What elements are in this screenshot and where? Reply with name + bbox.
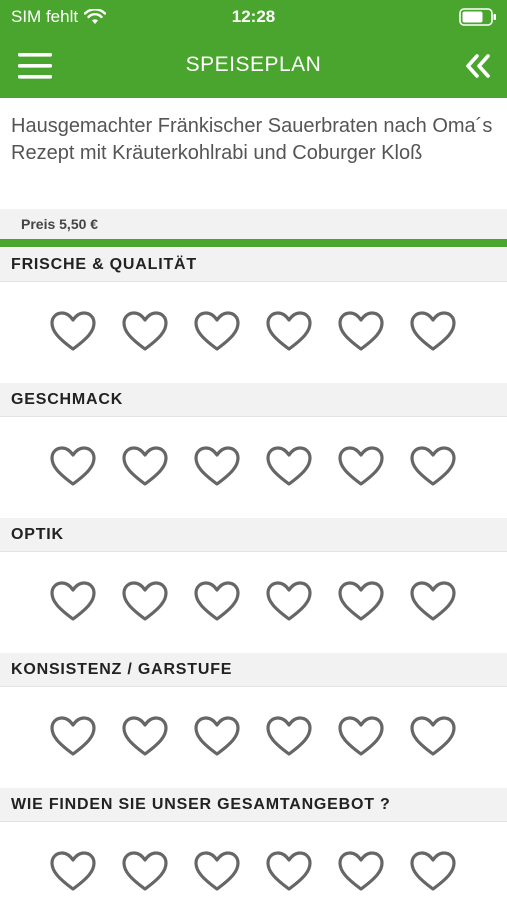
heart-icon[interactable]	[410, 716, 456, 758]
heart-rating	[0, 282, 507, 382]
heart-icon[interactable]	[266, 311, 312, 353]
rating-category-geschmack: GESCHMACK	[0, 383, 507, 518]
heart-icon[interactable]	[266, 581, 312, 623]
heart-icon[interactable]	[122, 581, 168, 623]
heart-icon[interactable]	[266, 446, 312, 488]
heart-icon[interactable]	[410, 581, 456, 623]
heart-icon[interactable]	[50, 716, 96, 758]
category-label: GESCHMACK	[11, 391, 124, 408]
heart-icon[interactable]	[50, 446, 96, 488]
status-bar: SIM fehlt 12:28	[0, 0, 507, 34]
category-header: FRISCHE & QUALITÄT	[0, 248, 507, 282]
rating-category-optik: OPTIK	[0, 518, 507, 653]
heart-icon[interactable]	[410, 446, 456, 488]
heart-icon[interactable]	[122, 311, 168, 353]
heart-rating	[0, 417, 507, 517]
category-header: WIE FINDEN SIE UNSER GESAMTANGEBOT ?	[0, 788, 507, 822]
heart-icon[interactable]	[122, 851, 168, 893]
heart-icon[interactable]	[194, 311, 240, 353]
meal-title: Hausgemachter Fränkischer Sauerbraten na…	[11, 115, 493, 164]
heart-icon[interactable]	[338, 446, 384, 488]
page-title: SPEISEPLAN	[185, 53, 322, 76]
category-label: FRISCHE & QUALITÄT	[11, 256, 197, 273]
heart-icon[interactable]	[122, 716, 168, 758]
heart-icon[interactable]	[194, 581, 240, 623]
status-time: 12:28	[231, 7, 276, 26]
heart-icon[interactable]	[410, 311, 456, 353]
double-chevron-left-icon[interactable]	[463, 51, 493, 81]
price-bar: Preis 5,50 €	[0, 209, 507, 239]
heart-icon[interactable]	[194, 851, 240, 893]
rating-category-konsistenz: KONSISTENZ / GARSTUFE	[0, 653, 507, 788]
heart-icon[interactable]	[122, 446, 168, 488]
rating-category-frische-qualitaet: FRISCHE & QUALITÄT	[0, 248, 507, 383]
heart-icon[interactable]	[50, 851, 96, 893]
heart-icon[interactable]	[50, 581, 96, 623]
heart-icon[interactable]	[266, 716, 312, 758]
rating-category-gesamtangebot: WIE FINDEN SIE UNSER GESAMTANGEBOT ?	[0, 788, 507, 923]
heart-rating	[0, 552, 507, 652]
heart-icon[interactable]	[338, 581, 384, 623]
meal-price: Preis 5,50 €	[21, 216, 99, 232]
heart-icon[interactable]	[266, 851, 312, 893]
heart-icon[interactable]	[338, 716, 384, 758]
heart-icon[interactable]	[338, 311, 384, 353]
category-header: GESCHMACK	[0, 383, 507, 417]
category-label: KONSISTENZ / GARSTUFE	[11, 661, 233, 678]
heart-rating	[0, 822, 507, 922]
navigation-bar: SPEISEPLAN	[0, 34, 507, 98]
category-label: WIE FINDEN SIE UNSER GESAMTANGEBOT ?	[11, 796, 391, 813]
category-header: OPTIK	[0, 518, 507, 552]
heart-icon[interactable]	[338, 851, 384, 893]
battery-icon	[459, 8, 497, 31]
category-header: KONSISTENZ / GARSTUFE	[0, 653, 507, 687]
top-bar: SIM fehlt 12:28 SPEISEPLAN	[0, 0, 507, 98]
heart-icon[interactable]	[194, 716, 240, 758]
category-label: OPTIK	[11, 526, 64, 543]
heart-rating	[0, 687, 507, 787]
heart-icon[interactable]	[410, 851, 456, 893]
heart-icon[interactable]	[50, 311, 96, 353]
heart-icon[interactable]	[194, 446, 240, 488]
divider	[0, 239, 507, 247]
